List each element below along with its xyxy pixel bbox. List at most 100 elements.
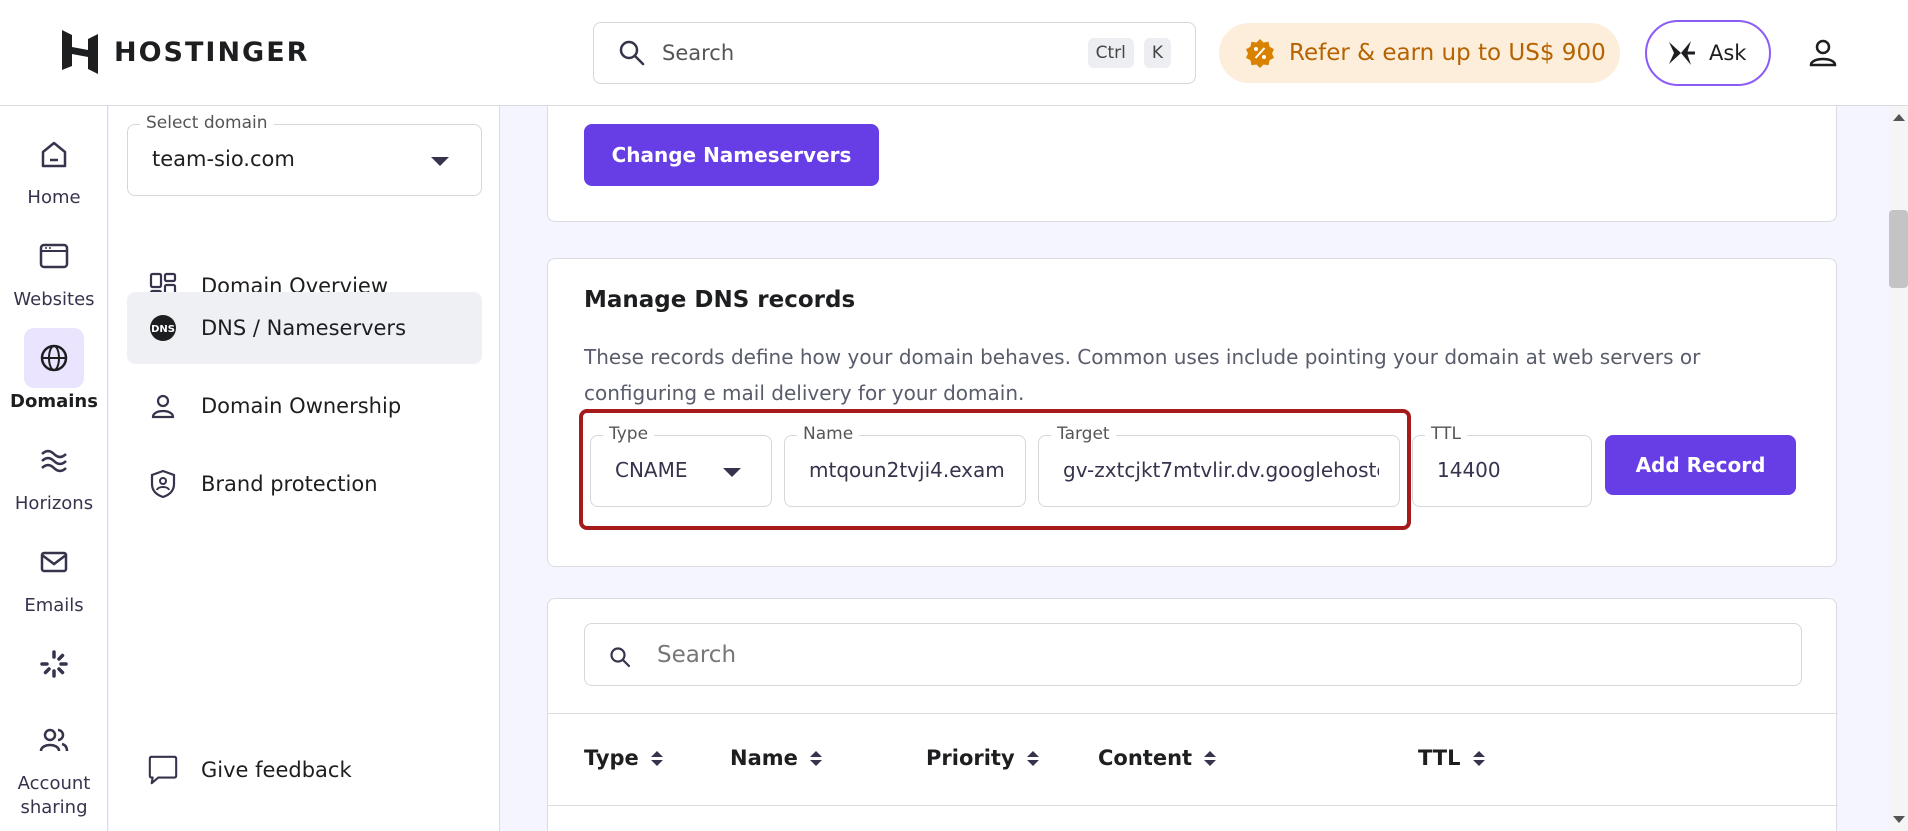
shortcut-key-ctrl: Ctrl xyxy=(1087,38,1134,68)
global-search-input[interactable]: Search Ctrl K xyxy=(593,22,1196,84)
dns-section-title: Manage DNS records xyxy=(584,287,856,313)
column-label: TTL xyxy=(1418,746,1461,770)
refer-label: Refer & earn up to US$ 900 xyxy=(1289,40,1606,66)
nameservers-card: Change Nameservers xyxy=(547,106,1837,222)
column-label: Content xyxy=(1098,746,1193,770)
nav-icon-wrap: DNS xyxy=(147,312,179,344)
sort-icon xyxy=(1204,750,1217,766)
records-search-input[interactable]: Search xyxy=(584,623,1802,686)
give-feedback-button[interactable]: Give feedback xyxy=(127,734,482,806)
home-icon xyxy=(41,141,67,168)
column-label: Type xyxy=(584,746,639,770)
rail-icon-wrap xyxy=(24,124,84,184)
mail-icon xyxy=(40,551,68,573)
column-header-content[interactable]: Content xyxy=(1098,746,1217,770)
rail-icon-wrap xyxy=(24,634,84,694)
dns-records-table-card: Search Type Name Priority Content TTL xyxy=(547,598,1838,831)
svg-text:DNS: DNS xyxy=(151,324,175,335)
ttl-field-value: 14400 xyxy=(1437,458,1501,482)
add-record-button[interactable]: Add Record xyxy=(1605,435,1796,495)
sidebar-item-brand-protection[interactable]: Brand protection xyxy=(127,448,482,520)
rail-icon-wrap xyxy=(24,226,84,286)
rail-item-domains[interactable]: Domains xyxy=(0,328,108,414)
sort-icon xyxy=(1472,750,1485,766)
rail-label: Account sharing xyxy=(17,773,91,818)
badge-percent-icon xyxy=(1246,39,1274,68)
rail-label: Emails xyxy=(24,595,84,616)
manage-dns-card: Manage DNS records These records define … xyxy=(547,258,1837,567)
loading-spinner-icon xyxy=(40,650,68,678)
column-label: Name xyxy=(730,746,798,770)
domain-select-label: Select domain xyxy=(140,113,274,133)
rail-icon-wrap xyxy=(24,532,84,592)
rail-item-websites[interactable]: Websites xyxy=(0,226,108,312)
horizons-icon xyxy=(41,449,67,473)
people-icon xyxy=(39,728,69,752)
refer-earn-button[interactable]: Refer & earn up to US$ 900 xyxy=(1219,23,1620,83)
dns-section-description: These records define how your domain beh… xyxy=(584,345,1701,405)
browser-icon xyxy=(39,243,69,269)
hostinger-logo-icon xyxy=(62,30,98,74)
rail-label: Websites xyxy=(13,289,95,310)
sidebar-item-label: Domain Ownership xyxy=(201,394,402,418)
top-header: HOSTINGER Search Ctrl K Refer & earn up … xyxy=(0,0,1908,106)
ask-label: Ask xyxy=(1709,41,1747,65)
scroll-down-icon[interactable] xyxy=(1893,816,1905,823)
search-placeholder: Search xyxy=(662,41,735,65)
domain-select-value: team-sio.com xyxy=(152,147,295,171)
search-icon xyxy=(619,40,645,66)
sparkle-icon xyxy=(1669,41,1695,65)
rail-item-horizons[interactable]: Horizons xyxy=(0,430,108,516)
rail-icon-wrap xyxy=(24,710,84,770)
rail-label: Home xyxy=(27,187,81,208)
column-header-ttl[interactable]: TTL xyxy=(1418,746,1485,770)
rail-item-home[interactable]: Home xyxy=(0,124,108,210)
chat-bubble-icon xyxy=(148,755,178,785)
domain-select[interactable]: Select domain team-sio.com xyxy=(127,113,482,196)
chevron-down-icon xyxy=(431,157,449,166)
column-header-priority[interactable]: Priority xyxy=(926,746,1039,770)
search-icon xyxy=(610,647,631,668)
person-icon xyxy=(151,394,175,419)
globe-icon xyxy=(40,344,68,372)
rail-icon-wrap xyxy=(24,430,84,490)
scrollbar-thumb[interactable] xyxy=(1889,210,1908,288)
sidebar-item-label: DNS / Nameservers xyxy=(201,316,407,340)
sort-icon xyxy=(1026,750,1039,766)
rail-label: Domains xyxy=(10,391,98,412)
domain-sidebar: Select domain team-sio.com Domain Overvi… xyxy=(109,106,500,831)
main-nav-rail: Home Websites Domains Horizons Emails Ac… xyxy=(0,106,108,831)
column-label: Priority xyxy=(926,746,1015,770)
user-account-icon[interactable] xyxy=(1806,36,1840,70)
scroll-up-icon[interactable] xyxy=(1893,114,1905,121)
shortcut-key-k: K xyxy=(1143,38,1171,68)
sort-icon xyxy=(809,750,822,766)
column-header-type[interactable]: Type xyxy=(584,746,663,770)
sidebar-item-domain-ownership[interactable]: Domain Ownership xyxy=(127,370,482,442)
record-ttl-input[interactable]: TTL 14400 xyxy=(1412,424,1592,507)
nav-icon-wrap xyxy=(147,754,179,786)
rail-item-loading[interactable] xyxy=(0,634,108,696)
sidebar-item-label: Brand protection xyxy=(201,472,378,496)
shield-icon xyxy=(150,469,176,499)
page-scrollbar[interactable] xyxy=(1889,106,1908,831)
column-header-name[interactable]: Name xyxy=(730,746,822,770)
change-nameservers-button[interactable]: Change Nameservers xyxy=(584,124,879,186)
highlight-box xyxy=(579,409,1411,530)
brand-name: HOSTINGER xyxy=(114,36,310,68)
ttl-field-label: TTL xyxy=(1425,424,1467,444)
rail-item-emails[interactable]: Emails xyxy=(0,532,108,618)
records-table-header: Type Name Priority Content TTL xyxy=(548,713,1838,806)
dns-icon: DNS xyxy=(150,315,176,341)
records-search-placeholder: Search xyxy=(657,642,737,668)
sort-icon xyxy=(650,750,663,766)
rail-icon-wrap xyxy=(24,328,84,388)
main-content: Change Nameservers Manage DNS records Th… xyxy=(501,106,1889,831)
ask-ai-button[interactable]: Ask xyxy=(1645,20,1771,86)
rail-item-account-sharing[interactable]: Account sharing xyxy=(0,710,108,820)
rail-label: Horizons xyxy=(14,493,94,514)
sidebar-item-dns-nameservers[interactable]: DNS DNS / Nameservers xyxy=(127,292,482,364)
feedback-label: Give feedback xyxy=(201,758,352,782)
nav-icon-wrap xyxy=(147,468,179,500)
hostinger-logo[interactable]: HOSTINGER xyxy=(60,30,309,74)
